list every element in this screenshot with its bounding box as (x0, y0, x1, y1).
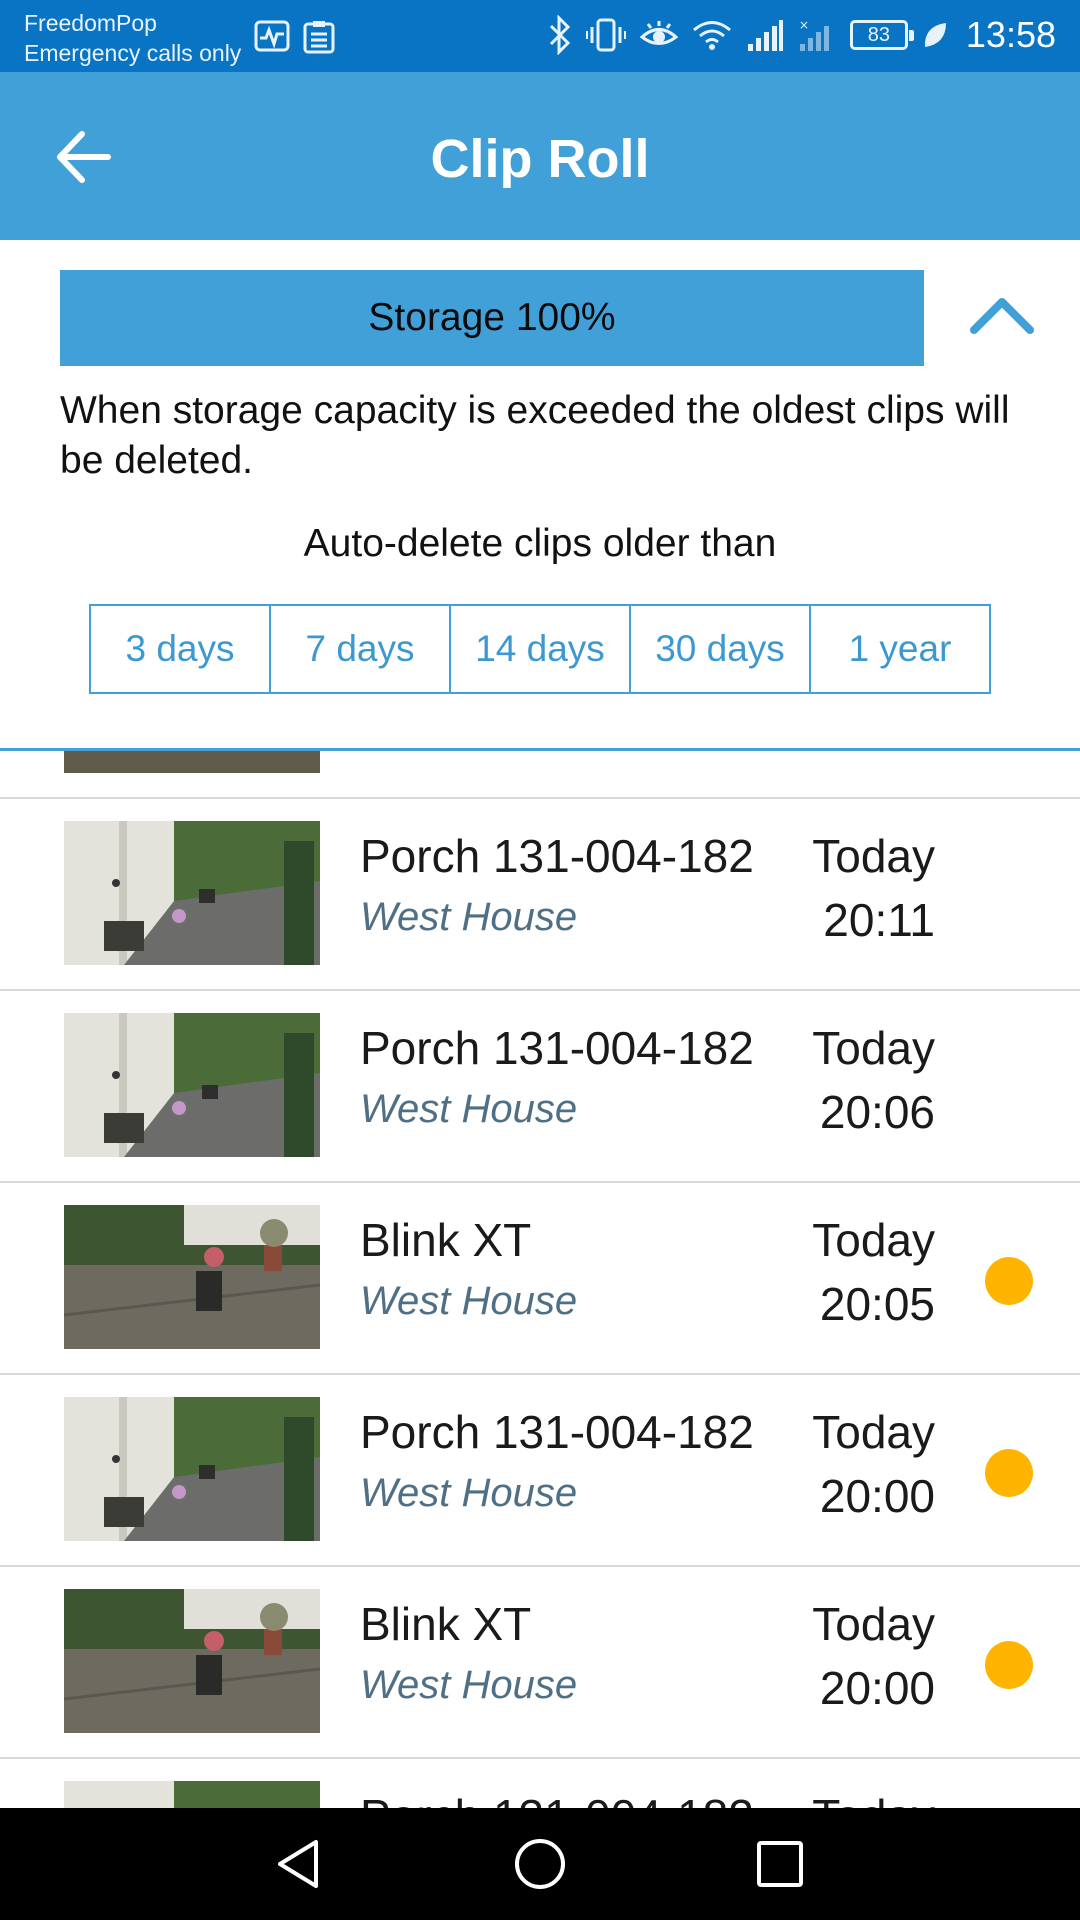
clip-list[interactable]: Porch 131-004-182 West House Today 20:11… (0, 751, 1080, 1808)
collapse-button[interactable] (962, 280, 1042, 356)
clip-camera-name: Porch 131-004-182 (360, 1022, 754, 1074)
status-bar: FreedomPop Emergency calls only × 83 13:… (0, 0, 1080, 72)
svg-text:×: × (799, 18, 809, 32)
back-triangle-icon (278, 1840, 318, 1888)
activity-icon (254, 20, 290, 59)
clip-day: Today (812, 1789, 935, 1808)
auto-delete-option-7-days[interactable]: 7 days (271, 606, 451, 692)
clip-thumbnail (64, 1205, 320, 1349)
status-clock: 13:58 (965, 14, 1056, 55)
auto-delete-option-14-days[interactable]: 14 days (451, 606, 631, 692)
clip-day: Today (812, 830, 935, 882)
home-circle-icon (515, 1839, 565, 1889)
battery-icon: 83 (849, 20, 914, 50)
nav-home-button[interactable] (510, 1834, 570, 1894)
clip-thumbnail (64, 821, 320, 965)
carrier-info: FreedomPop Emergency calls only (24, 8, 241, 68)
clip-camera-name: Blink XT (360, 1598, 532, 1650)
clip-location: West House (360, 1471, 578, 1515)
clip-day: Today (812, 1406, 935, 1458)
clip-day: Today (812, 1598, 935, 1650)
signal-off-icon: × (798, 18, 836, 52)
nav-recents-button[interactable] (750, 1834, 810, 1894)
clip-time: 20:00 (819, 1662, 935, 1714)
clip-location: West House (360, 895, 578, 939)
page-title: Clip Roll (430, 129, 650, 189)
auto-delete-option-1-year[interactable]: 1 year (811, 606, 989, 692)
clip-thumbnail (64, 1397, 320, 1541)
auto-delete-option-30-days[interactable]: 30 days (631, 606, 811, 692)
nav-back-button[interactable] (270, 1834, 330, 1894)
clip-time: 20:06 (819, 1086, 935, 1138)
vibrate-icon (585, 17, 626, 53)
signal-icon (746, 18, 784, 52)
emergency-text: Emergency calls only (24, 40, 242, 66)
clip-camera-name: Porch 131-004-182 (360, 830, 754, 882)
clip-day: Today (812, 1214, 935, 1266)
wifi-icon (692, 19, 732, 51)
storage-note: When storage capacity is exceeded the ol… (60, 389, 1010, 482)
navigation-bar (0, 1808, 1080, 1920)
eye-icon (639, 20, 678, 50)
clipboard-icon (302, 20, 336, 59)
unread-indicator (985, 1449, 1033, 1497)
clip-camera-name: Blink XT (360, 1214, 532, 1266)
clip-thumbnail (64, 1013, 320, 1157)
app-bar: Clip Roll (0, 72, 1080, 240)
clip-camera-name: Porch 131-004-182 (360, 1406, 754, 1458)
clip-time: 20:11 (823, 894, 935, 946)
unread-indicator (985, 1257, 1033, 1305)
list-item[interactable]: Blink XT West House Today 20:05 (0, 1183, 1080, 1375)
chevron-up-icon (970, 298, 1034, 334)
clip-thumbnail (64, 1589, 320, 1733)
storage-bar: Storage 100% (60, 270, 924, 366)
clip-time: 20:00 (819, 1470, 935, 1522)
battery-level: 83 (867, 24, 891, 46)
bluetooth-icon (548, 15, 572, 55)
carrier-name: FreedomPop (24, 10, 157, 36)
leaf-icon (922, 20, 948, 50)
clip-location: West House (360, 1279, 578, 1323)
clip-location: West House (360, 1087, 578, 1131)
auto-delete-option-3-days[interactable]: 3 days (91, 606, 271, 692)
list-item[interactable]: Porch 131-004-182 West House Today 20:00 (0, 1375, 1080, 1567)
clip-day: Today (812, 1022, 935, 1074)
list-item-partial[interactable] (0, 751, 1080, 799)
auto-delete-label: Auto-delete clips older than (303, 522, 777, 565)
list-item[interactable]: Porch 131-004-182 Today (0, 1759, 1080, 1808)
clip-thumbnail (64, 1781, 320, 1808)
auto-delete-selector: 3 days 7 days 14 days 30 days 1 year (89, 604, 991, 694)
list-item[interactable]: Porch 131-004-182 West House Today 20:11 (0, 799, 1080, 991)
unread-indicator (985, 1641, 1033, 1689)
recents-square-icon (757, 1841, 803, 1887)
list-item[interactable]: Blink XT West House Today 20:00 (0, 1567, 1080, 1759)
storage-label: Storage 100% (368, 296, 616, 339)
clip-thumbnail (64, 751, 320, 773)
clip-location: West House (360, 1663, 578, 1707)
clip-time: 20:05 (819, 1278, 935, 1330)
list-item[interactable]: Porch 131-004-182 West House Today 20:06 (0, 991, 1080, 1183)
clip-camera-name: Porch 131-004-182 (360, 1789, 754, 1808)
